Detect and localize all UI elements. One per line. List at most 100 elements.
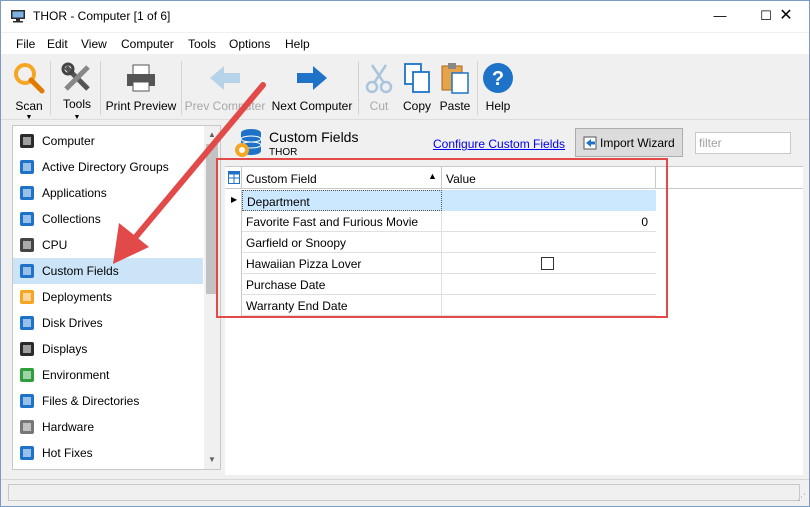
prev-computer-button[interactable]: Prev Computer bbox=[183, 59, 267, 119]
toolbar-separator bbox=[181, 61, 182, 115]
tools-icon bbox=[61, 62, 90, 91]
nav-item-label: Displays bbox=[42, 342, 88, 356]
deployments-icon bbox=[20, 290, 34, 304]
menu-file[interactable]: File bbox=[16, 37, 35, 51]
menu-bar: File Edit View Computer Tools Options He… bbox=[1, 33, 809, 54]
computer-icon bbox=[20, 134, 34, 148]
menu-options[interactable]: Options bbox=[229, 37, 270, 51]
next-computer-button[interactable]: Next Computer bbox=[269, 59, 355, 119]
next-computer-label: Next Computer bbox=[271, 99, 353, 113]
help-button[interactable]: ? Help bbox=[481, 59, 515, 119]
help-icon: ? bbox=[483, 63, 513, 93]
copy-label: Copy bbox=[402, 99, 431, 113]
copy-icon bbox=[404, 63, 430, 93]
nav-item-hardware[interactable]: Hardware bbox=[13, 414, 203, 440]
paste-button[interactable]: Paste bbox=[437, 59, 473, 119]
help-label: Help bbox=[485, 99, 511, 113]
nav-item-computer[interactable]: Computer bbox=[13, 128, 203, 154]
files-icon bbox=[20, 394, 34, 408]
ad-groups-icon bbox=[20, 160, 34, 174]
tools-label: Tools bbox=[62, 97, 91, 111]
scan-label: Scan bbox=[15, 99, 43, 113]
nav-item-cpu[interactable]: CPU bbox=[13, 232, 203, 258]
nav-item-label: Applications bbox=[42, 186, 107, 200]
scroll-down-button[interactable]: ▼ bbox=[204, 452, 220, 468]
scroll-up-button[interactable]: ▲ bbox=[204, 127, 220, 143]
menu-tools[interactable]: Tools bbox=[188, 37, 216, 51]
cpu-icon bbox=[20, 238, 34, 252]
applications-icon bbox=[20, 186, 34, 200]
custom-fields-icon bbox=[20, 264, 34, 278]
arrow-left-icon bbox=[210, 66, 240, 90]
import-icon bbox=[583, 136, 597, 150]
scan-button[interactable]: Scan ▼ bbox=[9, 59, 49, 121]
prev-computer-label: Prev Computer bbox=[184, 99, 266, 113]
nav-item-label: Computer bbox=[42, 134, 95, 148]
environment-icon bbox=[20, 368, 34, 382]
title-bar: THOR - Computer [1 of 6] — ☐ ✕ bbox=[1, 1, 809, 32]
toolbar-separator bbox=[50, 61, 51, 115]
nav-item-label: Disk Drives bbox=[42, 316, 103, 330]
collections-icon bbox=[20, 212, 34, 226]
nav-item-label: Hot Fixes bbox=[42, 446, 93, 460]
nav-item-label: Environment bbox=[42, 368, 110, 382]
cut-button[interactable]: Cut bbox=[363, 59, 395, 119]
paste-label: Paste bbox=[439, 99, 471, 113]
hotfixes-icon bbox=[20, 446, 34, 460]
import-wizard-button[interactable]: Import Wizard bbox=[575, 128, 683, 157]
nav-item-applications[interactable]: Applications bbox=[13, 180, 203, 206]
nav-item-label: Custom Fields bbox=[42, 264, 119, 278]
menu-help[interactable]: Help bbox=[285, 37, 310, 51]
nav-item-deployments[interactable]: Deployments bbox=[13, 284, 203, 310]
computer-app-icon bbox=[11, 10, 25, 23]
nav-item-label: Hardware bbox=[42, 420, 95, 434]
nav-item-disk-drives[interactable]: Disk Drives bbox=[13, 310, 203, 336]
nav-item-label: Active Directory Groups bbox=[42, 160, 169, 174]
nav-item-files-directories[interactable]: Files & Directories bbox=[13, 388, 203, 414]
menu-computer[interactable]: Computer bbox=[121, 37, 174, 51]
status-panel bbox=[8, 484, 800, 501]
nav-item-label: Deployments bbox=[42, 290, 113, 304]
nav-item-hot-fixes[interactable]: Hot Fixes bbox=[13, 440, 203, 466]
disk-drives-icon bbox=[20, 316, 34, 330]
nav-item-collections[interactable]: Collections bbox=[13, 206, 203, 232]
tools-dropdown-caret[interactable]: ▼ bbox=[74, 114, 81, 121]
app-window: THOR - Computer [1 of 6] — ☐ ✕ File Edit… bbox=[0, 0, 810, 507]
window-title: THOR - Computer [1 of 6] bbox=[33, 9, 171, 23]
configure-custom-fields-link[interactable]: Configure Custom Fields bbox=[433, 137, 565, 151]
panel-subtitle: THOR bbox=[269, 147, 298, 158]
toolbar-separator bbox=[477, 61, 478, 115]
scan-dropdown-caret[interactable]: ▼ bbox=[26, 114, 33, 121]
menu-edit[interactable]: Edit bbox=[47, 37, 68, 51]
nav-item-label: Files & Directories bbox=[42, 394, 140, 408]
toolbar-separator bbox=[358, 61, 359, 115]
print-preview-button[interactable]: Print Preview bbox=[103, 59, 179, 119]
custom-fields-database-icon bbox=[235, 129, 262, 157]
paste-icon bbox=[441, 63, 469, 94]
annotation-highlight-box bbox=[216, 158, 668, 318]
nav-item-label: Collections bbox=[42, 212, 101, 226]
svg-text:?: ? bbox=[492, 68, 504, 90]
close-button[interactable]: ✕ bbox=[763, 1, 809, 31]
filter-input[interactable] bbox=[695, 132, 791, 154]
nav-item-environment[interactable]: Environment bbox=[13, 362, 203, 388]
cut-label: Cut bbox=[369, 99, 389, 113]
resize-grip-icon[interactable]: ⋰ bbox=[797, 492, 806, 503]
tools-button[interactable]: Tools ▼ bbox=[55, 59, 99, 121]
menu-view[interactable]: View bbox=[81, 37, 107, 51]
scissors-icon bbox=[365, 64, 393, 94]
nav-item-active-directory-groups[interactable]: Active Directory Groups bbox=[13, 154, 203, 180]
hardware-icon bbox=[20, 420, 34, 434]
nav-item-label: CPU bbox=[42, 238, 68, 252]
print-preview-label: Print Preview bbox=[105, 99, 177, 113]
printer-icon bbox=[127, 64, 155, 92]
toolbar-separator bbox=[100, 61, 101, 115]
arrow-right-icon bbox=[297, 66, 327, 90]
magnifier-icon bbox=[14, 63, 45, 94]
minimize-button[interactable]: — bbox=[697, 1, 743, 31]
panel-title: Custom Fields bbox=[269, 129, 359, 145]
nav-item-displays[interactable]: Displays bbox=[13, 336, 203, 362]
copy-button[interactable]: Copy bbox=[399, 59, 435, 119]
nav-item-custom-fields[interactable]: Custom Fields bbox=[13, 258, 203, 284]
toolbar: Scan ▼ Tools ▼ Print Preview Prev Comput… bbox=[1, 55, 809, 121]
